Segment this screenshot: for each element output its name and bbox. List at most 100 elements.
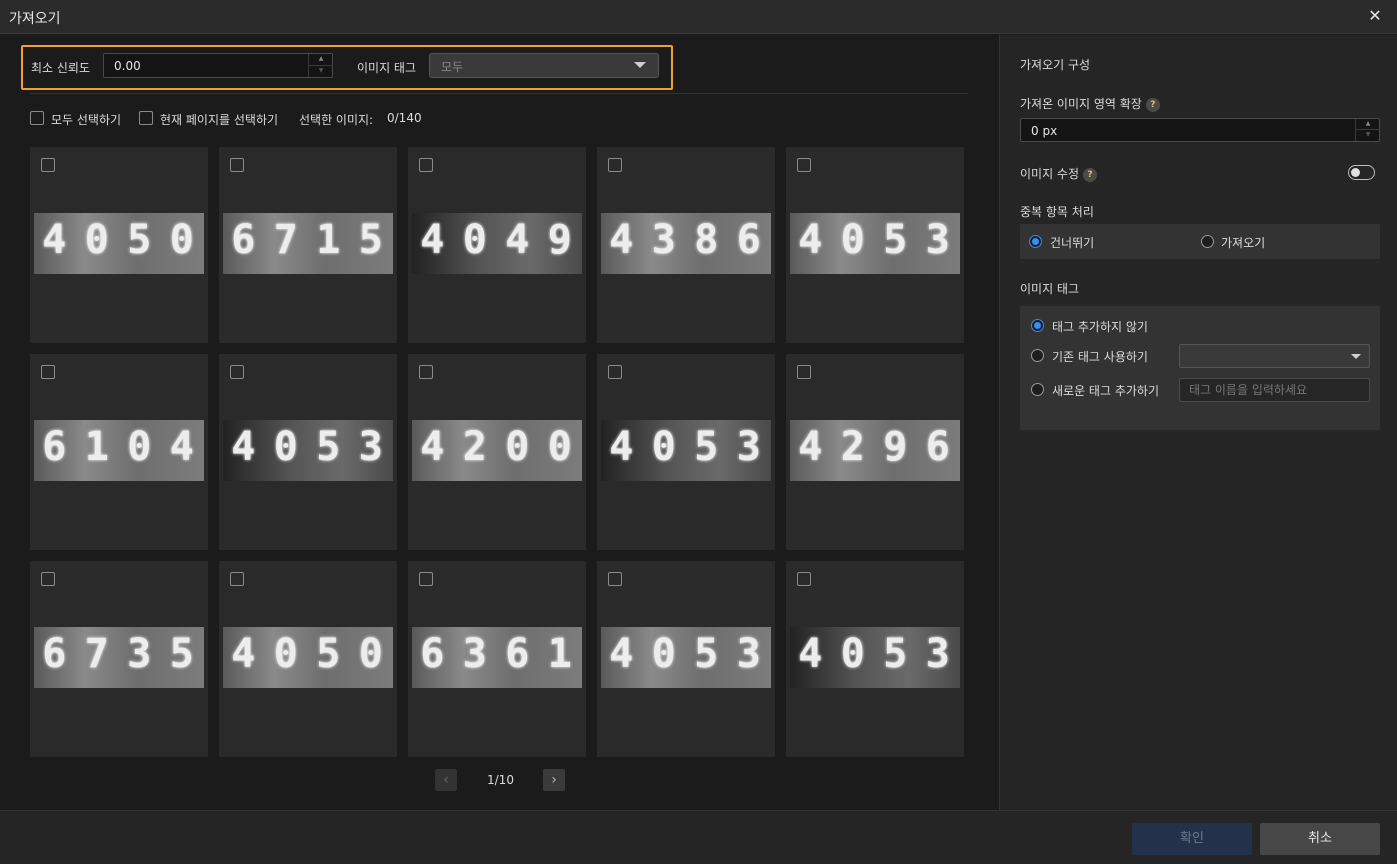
- expand-area-value: 0 px: [1031, 124, 1058, 138]
- image-checkbox[interactable]: [41, 572, 55, 586]
- image-checkbox[interactable]: [230, 572, 244, 586]
- image-digits: 4386: [609, 217, 763, 263]
- image-card[interactable]: 4050: [30, 147, 208, 343]
- window-title: 가져오기: [9, 11, 61, 27]
- image-tag-options: 태그 추가하지 않기 기존 태그 사용하기 새로운 태그 추가하기: [1020, 306, 1380, 430]
- image-card[interactable]: 4050: [219, 561, 397, 757]
- dialog-footer: 확인 취소: [0, 810, 1397, 864]
- chevron-down-icon: [634, 62, 646, 68]
- import-label: 가져오기: [1221, 236, 1266, 250]
- spin-up-icon[interactable]: ▲: [309, 54, 333, 66]
- image-thumbnail: 4053: [601, 420, 771, 481]
- existing-tag-dropdown[interactable]: [1179, 344, 1370, 368]
- select-all-label: 모두 선택하기: [51, 113, 122, 127]
- image-edit-toggle[interactable]: [1348, 165, 1375, 180]
- min-confidence-value: 0.00: [114, 59, 141, 73]
- image-tag-dropdown[interactable]: 모두: [429, 53, 659, 78]
- image-thumbnail: 6715: [223, 213, 393, 274]
- toggle-knob: [1351, 168, 1360, 177]
- image-card[interactable]: 6361: [408, 561, 586, 757]
- title-bar: 가져오기 ✕: [0, 0, 1397, 34]
- image-checkbox[interactable]: [419, 158, 433, 172]
- image-checkbox[interactable]: [419, 365, 433, 379]
- image-card[interactable]: 6715: [219, 147, 397, 343]
- image-checkbox[interactable]: [608, 572, 622, 586]
- ok-button[interactable]: 확인: [1132, 823, 1252, 855]
- duplicate-options: 건너뛰기 가져오기: [1020, 224, 1380, 259]
- image-digits: 4053: [609, 424, 763, 470]
- prev-page-button[interactable]: ‹: [435, 769, 457, 791]
- next-page-button[interactable]: ›: [543, 769, 565, 791]
- image-card[interactable]: 4053: [597, 561, 775, 757]
- image-checkbox[interactable]: [797, 158, 811, 172]
- image-card[interactable]: 4053: [786, 561, 964, 757]
- select-all-checkbox[interactable]: [30, 111, 44, 125]
- image-thumbnail: 4200: [412, 420, 582, 481]
- image-checkbox[interactable]: [608, 158, 622, 172]
- image-thumbnail: 4296: [790, 420, 960, 481]
- skip-radio[interactable]: [1029, 235, 1042, 248]
- no-tag-label: 태그 추가하지 않기: [1052, 320, 1148, 334]
- help-icon[interactable]: ?: [1083, 167, 1098, 182]
- min-confidence-label: 최소 신뢰도: [31, 61, 91, 75]
- image-digits: 4050: [231, 631, 385, 677]
- import-radio[interactable]: [1201, 235, 1214, 248]
- image-checkbox[interactable]: [608, 365, 622, 379]
- image-thumbnail: 6104: [34, 420, 204, 481]
- filter-bar: 최소 신뢰도 0.00 ▲ ▼ 이미지 태그 모두: [21, 45, 673, 90]
- expand-area-label: 가져온 이미지 영역 확장?: [1020, 95, 1160, 112]
- spin-down-icon[interactable]: ▼: [309, 66, 333, 78]
- image-digits: 6361: [420, 631, 574, 677]
- image-digits: 4200: [420, 424, 574, 470]
- image-checkbox[interactable]: [230, 365, 244, 379]
- image-card[interactable]: 4053: [219, 354, 397, 550]
- new-tag-field[interactable]: [1179, 378, 1370, 402]
- spin-up-icon[interactable]: ▲: [1356, 119, 1380, 130]
- image-card[interactable]: 6735: [30, 561, 208, 757]
- image-thumbnail: 4053: [790, 213, 960, 274]
- duplicate-handling-label: 중복 항목 처리: [1020, 205, 1094, 219]
- selected-count-label: 선택한 이미지:: [299, 113, 374, 127]
- existing-tag-label: 기존 태그 사용하기: [1052, 350, 1148, 364]
- image-card[interactable]: 4296: [786, 354, 964, 550]
- image-thumbnail: 6735: [34, 627, 204, 688]
- image-thumbnail: 4386: [601, 213, 771, 274]
- image-digits: 4053: [231, 424, 385, 470]
- image-digits: 4296: [798, 424, 952, 470]
- existing-tag-radio[interactable]: [1031, 349, 1044, 362]
- image-card[interactable]: 4053: [786, 147, 964, 343]
- image-thumbnail: 4050: [34, 213, 204, 274]
- image-digits: 6104: [42, 424, 196, 470]
- image-checkbox[interactable]: [419, 572, 433, 586]
- expand-area-input[interactable]: 0 px ▲ ▼: [1020, 118, 1380, 142]
- select-page-label: 현재 페이지를 선택하기: [160, 113, 279, 127]
- image-card[interactable]: 4386: [597, 147, 775, 343]
- image-card[interactable]: 6104: [30, 354, 208, 550]
- image-checkbox[interactable]: [797, 572, 811, 586]
- image-browser: 최소 신뢰도 0.00 ▲ ▼ 이미지 태그 모두 모두 선택하기 현재 페이지…: [0, 35, 998, 810]
- image-checkbox[interactable]: [230, 158, 244, 172]
- image-checkbox[interactable]: [41, 158, 55, 172]
- image-checkbox[interactable]: [797, 365, 811, 379]
- help-icon[interactable]: ?: [1145, 97, 1160, 112]
- image-digits: 4053: [609, 631, 763, 677]
- config-title: 가져오기 구성: [1020, 58, 1091, 72]
- spin-down-icon[interactable]: ▼: [1356, 130, 1380, 141]
- image-checkbox[interactable]: [41, 365, 55, 379]
- image-card[interactable]: 4053: [597, 354, 775, 550]
- new-tag-input[interactable]: [1180, 379, 1369, 401]
- new-tag-radio[interactable]: [1031, 383, 1044, 396]
- divider: [30, 93, 968, 94]
- image-card[interactable]: 4200: [408, 354, 586, 550]
- image-tag-label: 이미지 태그: [357, 61, 417, 75]
- image-thumbnail: 4053: [790, 627, 960, 688]
- image-tag-value: 모두: [441, 60, 464, 74]
- image-thumbnail: 6361: [412, 627, 582, 688]
- cancel-button[interactable]: 취소: [1260, 823, 1380, 855]
- close-icon[interactable]: ✕: [1365, 6, 1385, 26]
- no-tag-radio[interactable]: [1031, 319, 1044, 332]
- select-page-checkbox[interactable]: [139, 111, 153, 125]
- min-confidence-input[interactable]: 0.00 ▲ ▼: [103, 53, 333, 78]
- image-thumbnail: 4050: [223, 627, 393, 688]
- image-card[interactable]: 4049: [408, 147, 586, 343]
